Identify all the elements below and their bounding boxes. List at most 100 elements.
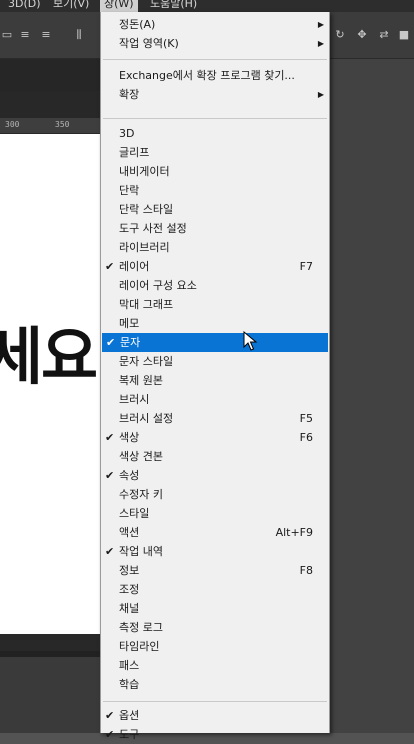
menu-item[interactable]: 패스: [101, 656, 329, 675]
menu-item[interactable]: 도구 사전 설정: [101, 219, 329, 238]
menu-item-label: 정보: [119, 564, 140, 577]
menu-item[interactable]: 메모: [101, 314, 329, 333]
horizontal-ruler[interactable]: 300 350: [0, 118, 100, 134]
check-icon: ✔: [105, 728, 115, 741]
menu-item-label: 문자: [120, 336, 141, 349]
menu-item[interactable]: 액션 Alt+F9: [101, 523, 329, 542]
menu-item-label: 수정자 키: [119, 488, 163, 501]
window-menu-dropdown: 정돈(A) ▶ 작업 영역(K) ▶ Exchange에서 확장 프로그램 찾기... 확…: [100, 12, 330, 741]
menu-item[interactable]: 단락 스타일: [101, 200, 329, 219]
menu-item[interactable]: ✔ 작업 내역: [101, 542, 329, 561]
menu-item[interactable]: 문자 스타일: [101, 352, 329, 371]
menu-item[interactable]: 스타일: [101, 504, 329, 523]
menu-item[interactable]: ✔ 색상 F6: [101, 428, 329, 447]
check-icon: ✔: [105, 469, 115, 482]
menu-item-label: 작업 영역(K): [119, 37, 179, 50]
check-icon: ✔: [105, 431, 115, 444]
align-right-icon[interactable]: ≡: [39, 29, 53, 41]
menu-item[interactable]: 복제 원본: [101, 371, 329, 390]
menu-item-label: 막대 그래프: [119, 298, 174, 311]
menu-item[interactable]: Exchange에서 확장 프로그램 찾기...: [101, 66, 329, 85]
menu-item-label: 라이브러리: [119, 241, 170, 254]
align-center-icon[interactable]: ≡: [18, 29, 32, 41]
distribute-icon[interactable]: ⫼: [72, 29, 86, 41]
menu-item[interactable]: 레이어 구성 요소: [101, 276, 329, 295]
menu-item-label: 색상: [119, 431, 140, 444]
submenu-arrow-icon: ▶: [317, 20, 324, 29]
menu-item-label: 레이어 구성 요소: [119, 279, 197, 292]
submenu-arrow-icon: ▶: [317, 90, 324, 99]
menu-item-shortcut: F5: [299, 412, 313, 425]
menu-item-label: 학습: [119, 678, 140, 691]
menu-bar: 3D(D) 보기(V) 창(W) 도움말(H): [0, 0, 414, 12]
menu-item-label: 메모: [119, 317, 140, 330]
menu-item[interactable]: 3D: [101, 124, 329, 143]
menu-item[interactable]: 타임라인: [101, 637, 329, 656]
check-icon: ✔: [106, 336, 116, 349]
menu-item[interactable]: 채널: [101, 599, 329, 618]
menu-help[interactable]: 도움말(H): [146, 0, 201, 12]
menu-item-shortcut: F8: [299, 564, 313, 577]
menu-item-label: 단락 스타일: [119, 203, 174, 216]
menu-item[interactable]: ✔ 옵션: [101, 706, 329, 725]
menu-item[interactable]: 정보 F8: [101, 561, 329, 580]
menu-item-label: 타임라인: [119, 640, 160, 653]
ruler-tick: 350: [55, 120, 70, 129]
menu-window[interactable]: 창(W): [100, 0, 138, 12]
menu-item[interactable]: 내비게이터: [101, 162, 329, 181]
menu-item-shortcut: F7: [299, 260, 313, 273]
menu-item[interactable]: 단락: [101, 181, 329, 200]
check-icon: ✔: [105, 260, 115, 273]
menu-item[interactable]: ✔ 레이어 F7: [101, 257, 329, 276]
3d-pan-icon[interactable]: ✥: [355, 29, 369, 41]
menu-item-label: 도구: [119, 728, 140, 741]
menu-item-label: 작업 내역: [119, 545, 163, 558]
menu-item-label: 브러시: [119, 393, 150, 406]
menu-item-label: 문자 스타일: [119, 355, 174, 368]
menu-item-label: 확장: [119, 88, 140, 101]
menu-item[interactable]: ✔ 문자: [102, 333, 328, 352]
menu-item-label: 단락: [119, 184, 140, 197]
menu-item[interactable]: 라이브러리: [101, 238, 329, 257]
menu-item[interactable]: ✔ 속성: [101, 466, 329, 485]
menu-item[interactable]: 색상 견본: [101, 447, 329, 466]
menu-item[interactable]: 글리프: [101, 143, 329, 162]
menu-item[interactable]: 조정: [101, 580, 329, 599]
menu-item[interactable]: ✔ 도구: [101, 725, 329, 744]
menu-item-label: 조정: [119, 583, 140, 596]
menu-item-label: 패스: [119, 659, 140, 672]
align-left-icon[interactable]: ▭: [0, 29, 14, 41]
check-icon: ✔: [105, 545, 115, 558]
menu-item[interactable]: 확장 ▶: [101, 85, 329, 104]
menu-item-label: 내비게이터: [119, 165, 170, 178]
submenu-arrow-icon: ▶: [317, 39, 324, 48]
menu-view[interactable]: 보기(V): [49, 0, 93, 12]
canvas-text-layer: 세요.: [0, 320, 100, 393]
menu-item-shortcut: Alt+F9: [275, 526, 313, 539]
menu-item-label: 색상 견본: [119, 450, 163, 463]
document-canvas[interactable]: 세요.: [0, 134, 100, 634]
check-icon: ✔: [105, 709, 115, 722]
menu-item[interactable]: 브러시: [101, 390, 329, 409]
menu-item[interactable]: 학습: [101, 675, 329, 694]
3d-rotate-icon[interactable]: ↻: [333, 29, 347, 41]
3d-camera-icon[interactable]: ■: [397, 29, 411, 41]
menu-item-label: 글리프: [119, 146, 150, 159]
menu-item[interactable]: 브러시 설정 F5: [101, 409, 329, 428]
ruler-tick: 300: [5, 120, 20, 129]
menu-item[interactable]: 정돈(A) ▶: [101, 15, 329, 34]
menu-separator: [103, 59, 327, 60]
3d-slide-icon[interactable]: ⇄: [377, 29, 391, 41]
menu-item[interactable]: 수정자 키: [101, 485, 329, 504]
menu-item-label: Exchange에서 확장 프로그램 찾기...: [119, 69, 295, 82]
menu-item-label: 채널: [119, 602, 140, 615]
menu-3d[interactable]: 3D(D): [4, 0, 45, 12]
menu-item-shortcut: F6: [299, 431, 313, 444]
menu-item-label: 속성: [119, 469, 140, 482]
right-panel: [328, 59, 414, 733]
menu-item-label: 옵션: [119, 709, 140, 722]
menu-item[interactable]: 막대 그래프: [101, 295, 329, 314]
menu-item[interactable]: 측정 로그: [101, 618, 329, 637]
menu-item-label: 정돈(A): [119, 18, 156, 31]
menu-item[interactable]: 작업 영역(K) ▶: [101, 34, 329, 53]
